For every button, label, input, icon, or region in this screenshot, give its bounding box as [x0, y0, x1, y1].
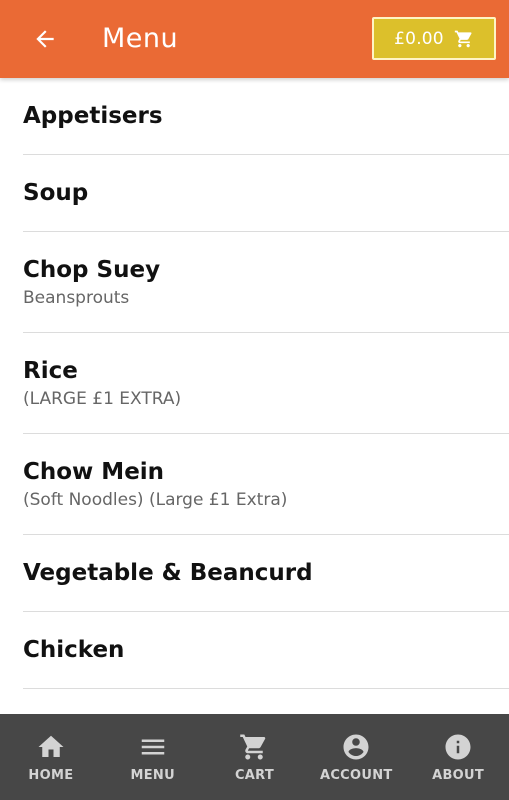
category-item-vegetable-beancurd[interactable]: Vegetable & Beancurd	[23, 535, 509, 612]
shopping-cart-icon	[454, 30, 472, 47]
category-description: Beansprouts	[23, 288, 130, 308]
top-app-bar: Menu £0.00	[0, 0, 509, 78]
account-icon	[343, 734, 369, 759]
cart-total-amount: £0.00	[394, 28, 444, 49]
category-description: (Soft Noodles) (Large £1 Extra)	[23, 490, 288, 510]
category-item-chop-suey[interactable]: Chop Suey Beansprouts	[23, 232, 509, 333]
nav-label: HOME	[28, 767, 74, 783]
category-item-chicken[interactable]: Chicken	[23, 612, 509, 689]
category-name: Chicken	[23, 637, 125, 663]
nav-label: CART	[234, 767, 275, 783]
nav-item-about[interactable]: ABOUT	[407, 714, 509, 800]
nav-label: MENU	[130, 767, 175, 783]
category-name: Vegetable & Beancurd	[23, 560, 313, 586]
nav-item-home[interactable]: HOME	[0, 714, 102, 800]
category-item-appetisers[interactable]: Appetisers	[23, 78, 509, 155]
category-description: (LARGE £1 EXTRA)	[23, 389, 182, 409]
nav-item-menu[interactable]: MENU	[102, 714, 204, 800]
cart-icon	[240, 734, 266, 759]
nav-label: ABOUT	[432, 767, 485, 783]
app-screen: Menu £0.00 Appetisers Soup Chop Suey Bea…	[0, 0, 509, 800]
category-item-soup[interactable]: Soup	[23, 155, 509, 232]
category-list: Appetisers Soup Chop Suey Beansprouts Ri…	[0, 78, 509, 714]
menu-icon	[141, 739, 164, 754]
nav-item-cart[interactable]: CART	[204, 714, 306, 800]
back-button[interactable]	[28, 22, 62, 56]
nav-item-account[interactable]: ACCOUNT	[305, 714, 407, 800]
home-icon	[38, 735, 64, 757]
category-name: Chop Suey	[23, 257, 161, 283]
category-name: Chow Mein	[23, 459, 165, 485]
info-icon	[445, 734, 471, 759]
category-name: Rice	[23, 358, 78, 384]
category-item-chow-mein[interactable]: Chow Mein (Soft Noodles) (Large £1 Extra…	[23, 434, 509, 535]
page-title: Menu	[102, 23, 179, 54]
nav-label: ACCOUNT	[319, 767, 393, 783]
arrow-left-icon	[36, 30, 54, 48]
category-name: Appetisers	[23, 103, 163, 129]
bottom-navigation: HOME MENU CART ACCOUNT ABOUT	[0, 714, 509, 800]
category-name: Soup	[23, 180, 89, 206]
cart-total-button[interactable]: £0.00	[372, 17, 496, 60]
category-item-rice[interactable]: Rice (LARGE £1 EXTRA)	[23, 333, 509, 434]
